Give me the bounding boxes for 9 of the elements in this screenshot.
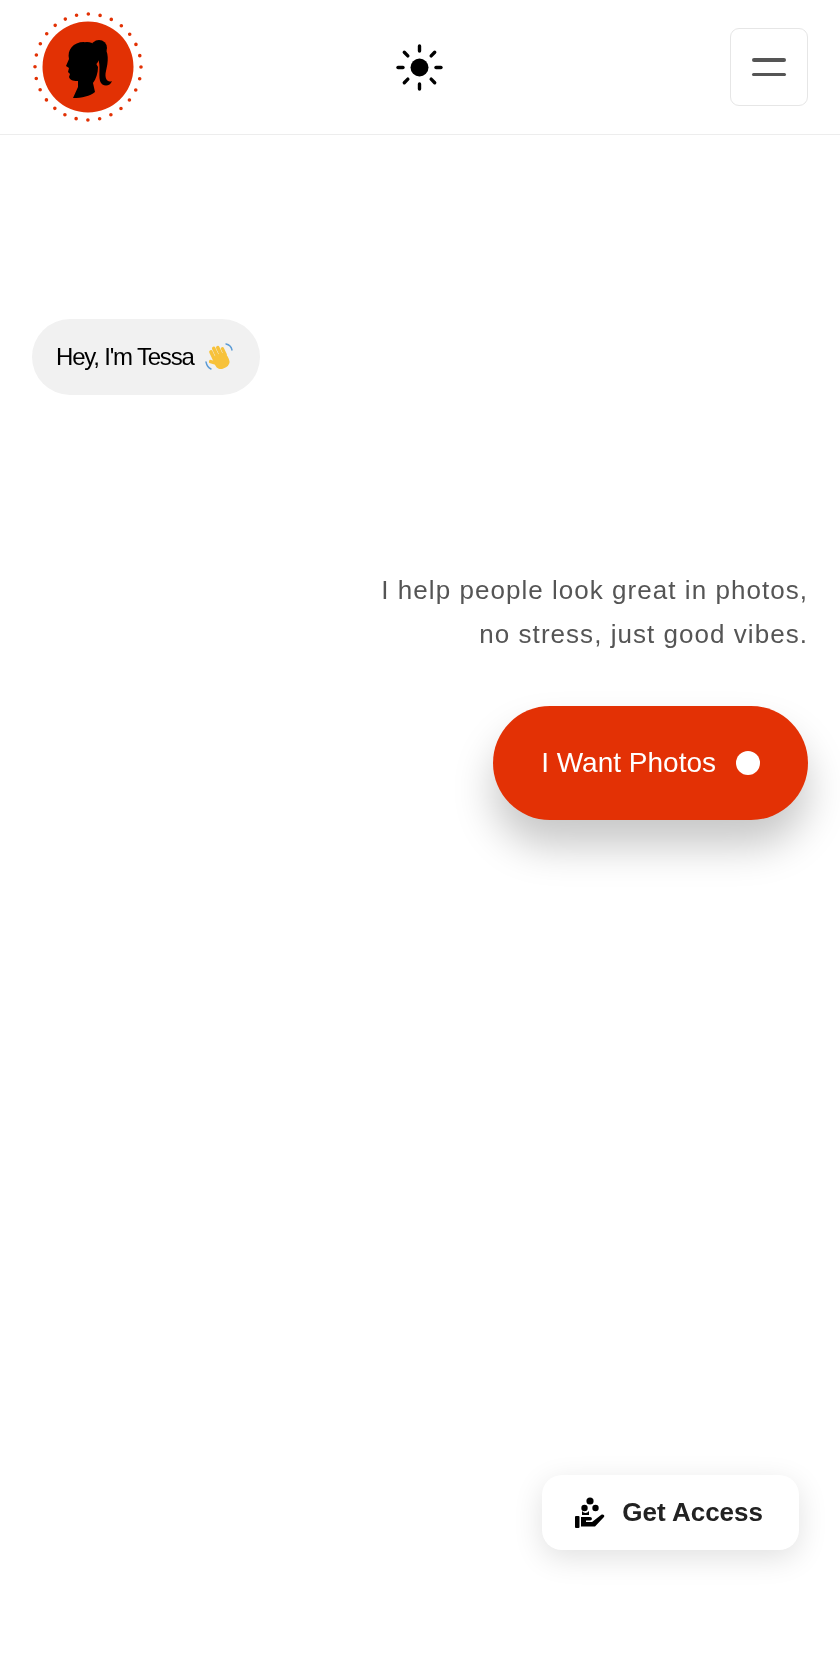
sun-icon[interactable] <box>395 42 445 92</box>
cta-button[interactable]: I Want Photos <box>493 706 808 820</box>
intro-paragraph: I help people look great in photos, no stress, just good vibes. <box>381 574 808 651</box>
waving-hand-icon <box>203 342 234 372</box>
hand-with-dots-icon <box>574 1496 607 1529</box>
get-access-button[interactable]: Get Access <box>542 1475 799 1550</box>
greeting-text: Hey, I'm Tessa <box>56 342 194 372</box>
silhouette-logo-icon[interactable] <box>32 11 144 123</box>
menu-button[interactable] <box>730 28 808 106</box>
